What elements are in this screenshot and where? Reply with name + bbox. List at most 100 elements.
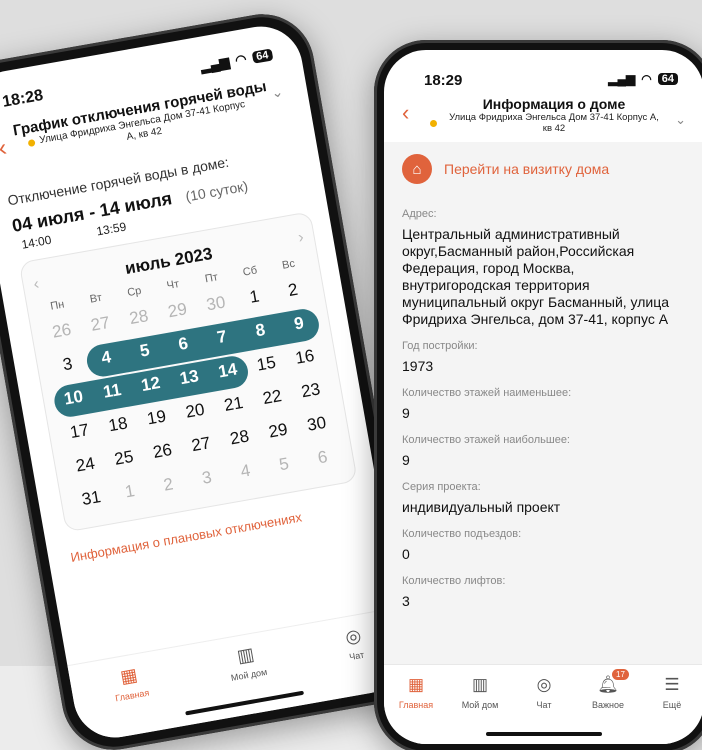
calendar-day[interactable]: 20 bbox=[173, 394, 216, 428]
weekday-label: Чт bbox=[165, 278, 181, 293]
weekday-label: Вт bbox=[88, 291, 103, 306]
signal-icon: ▂▄▆ bbox=[608, 72, 636, 86]
calendar-day[interactable]: 16 bbox=[283, 340, 326, 374]
calendar-day[interactable]: 25 bbox=[102, 441, 145, 475]
info-field: Количество лифтов: 3 bbox=[384, 575, 702, 610]
calendar-day[interactable]: 26 bbox=[40, 314, 83, 348]
weekday-label: Пн bbox=[49, 298, 66, 313]
calendar-day[interactable]: 29 bbox=[256, 414, 299, 448]
calendar: ‹ июль 2023 › Пн Вт Ср Чт Пт Сб Вс 26 27 28 29 30 1… bbox=[18, 211, 358, 533]
field-label: Год постройки: bbox=[402, 340, 478, 352]
chevron-down-icon[interactable]: ⌄ bbox=[675, 112, 686, 128]
tab-label: Главная bbox=[114, 687, 151, 704]
grid-icon: ▦ bbox=[407, 675, 425, 694]
tab-label: Главная bbox=[398, 700, 434, 710]
tab-grid[interactable]: ▦ Главная bbox=[390, 675, 442, 744]
right-phone: 18:29 ▂▄▆ ◠ 64 ‹ Информация о доме Улица… bbox=[374, 40, 702, 750]
calendar-day[interactable]: 21 bbox=[212, 387, 255, 421]
info-field: Количество этажей наименьшее: 9 bbox=[384, 387, 702, 422]
calendar-day[interactable]: 30 bbox=[295, 407, 338, 441]
field-value: Центральный административный округ,Басма… bbox=[402, 226, 670, 327]
calendar-day[interactable]: 5 bbox=[262, 447, 305, 481]
field-label: Количество подъездов: bbox=[402, 528, 522, 540]
info-field: Количество этажей наибольшее: 9 bbox=[384, 434, 702, 469]
tab-grid[interactable]: ▦ Главная bbox=[110, 663, 156, 737]
calendar-day[interactable]: 31 bbox=[70, 481, 113, 515]
calendar-day[interactable]: 27 bbox=[179, 427, 222, 461]
field-value: 9 bbox=[402, 405, 410, 421]
status-icons: ▂▄▆ ◠ 64 bbox=[199, 46, 274, 74]
info-fields: Адрес: Центральный административный округ… bbox=[384, 208, 702, 610]
end-time: 13:59 bbox=[95, 219, 128, 239]
weekday-label: Ср bbox=[126, 284, 143, 300]
calendar-day[interactable]: 28 bbox=[117, 300, 160, 334]
calendar-day[interactable]: 4 bbox=[224, 454, 267, 488]
calendar-day[interactable]: 2 bbox=[271, 273, 314, 307]
calendar-day[interactable]: 1 bbox=[233, 280, 276, 314]
wifi-icon: ◠ bbox=[641, 72, 652, 86]
weekday-label: Вс bbox=[281, 257, 296, 272]
calendar-day[interactable]: 29 bbox=[156, 294, 199, 328]
status-time: 18:28 bbox=[1, 86, 45, 111]
tab-label: Важное bbox=[591, 700, 624, 710]
signal-icon: ▂▄▆ bbox=[199, 54, 231, 74]
calendar-day[interactable]: 3 bbox=[185, 461, 228, 495]
calendar-day[interactable]: 30 bbox=[194, 287, 237, 321]
calendar-day[interactable]: 23 bbox=[289, 374, 332, 408]
visit-card-label: Перейти на визитку дома bbox=[444, 161, 610, 177]
calendar-day[interactable]: 3 bbox=[46, 347, 89, 381]
calendar-day[interactable]: 26 bbox=[141, 434, 184, 468]
calendar-grid: 26 27 28 29 30 1 2 3 4 5 6 7 8 9 10 11 12 13 14 15 16 17 18 19 2… bbox=[40, 273, 344, 516]
calendar-day[interactable]: 19 bbox=[135, 401, 178, 435]
field-label: Адрес: bbox=[402, 208, 437, 220]
calendar-day[interactable]: 28 bbox=[218, 421, 261, 455]
wifi-icon: ◠ bbox=[233, 51, 248, 68]
field-label: Количество этажей наименьшее: bbox=[402, 387, 572, 399]
menu-icon: ☰ bbox=[664, 675, 680, 694]
status-icons: ▂▄▆ ◠ 64 bbox=[608, 72, 678, 86]
calendar-day[interactable]: 24 bbox=[64, 448, 107, 482]
grid-icon: ▦ bbox=[118, 664, 139, 688]
info-field: Год постройки: 1973 bbox=[384, 340, 702, 375]
status-time: 18:29 bbox=[424, 72, 463, 89]
tab-label: Мой дом bbox=[230, 666, 268, 683]
house-info: ⌂ Перейти на визитку дома Адрес: Централь… bbox=[384, 142, 702, 664]
calendar-day[interactable]: 18 bbox=[96, 408, 139, 442]
tab-chat[interactable]: ◎ Чат bbox=[344, 625, 371, 696]
chat-icon: ◎ bbox=[536, 675, 552, 694]
screen-header: Информация о доме Улица Фридриха Энгельс… bbox=[444, 96, 664, 134]
calendar-day[interactable]: 17 bbox=[58, 414, 101, 448]
field-value: 9 bbox=[402, 452, 410, 468]
calendar-day[interactable]: 22 bbox=[251, 380, 294, 414]
field-value: 0 bbox=[402, 546, 410, 562]
calendar-day[interactable]: 15 bbox=[245, 347, 288, 381]
back-button[interactable]: ‹ bbox=[402, 100, 409, 126]
home-icon: ⌂ bbox=[402, 154, 432, 184]
info-field: Количество подъездов: 0 bbox=[384, 528, 702, 563]
page-title: Информация о доме bbox=[482, 96, 626, 112]
prev-month-icon[interactable]: ‹ bbox=[32, 276, 40, 295]
next-month-icon[interactable]: › bbox=[297, 229, 305, 248]
tab-label: Чат bbox=[536, 700, 552, 710]
weekday-label: Пт bbox=[204, 271, 219, 286]
weekday-label: Сб bbox=[241, 264, 259, 279]
field-value: 1973 bbox=[402, 358, 434, 374]
tab-label: Чат bbox=[348, 649, 365, 663]
tab-menu[interactable]: ☰ Ещё bbox=[646, 675, 698, 744]
calendar-day[interactable]: 2 bbox=[147, 468, 190, 502]
start-time: 14:00 bbox=[20, 232, 53, 252]
calendar-day[interactable]: 6 bbox=[301, 441, 344, 475]
notification-badge: 17 bbox=[612, 669, 629, 680]
tab-label: Ещё bbox=[662, 700, 682, 710]
visit-card-link[interactable]: ⌂ Перейти на визитку дома bbox=[384, 142, 702, 196]
battery-icon: 64 bbox=[657, 73, 678, 85]
tab-label: Мой дом bbox=[461, 700, 499, 710]
field-label: Количество этажей наибольшее: bbox=[402, 434, 570, 446]
calendar-day[interactable]: 27 bbox=[79, 307, 122, 341]
calendar-day[interactable]: 1 bbox=[108, 475, 151, 509]
status-dot bbox=[430, 120, 437, 127]
info-field: Серия проекта: индивидуальный проект bbox=[384, 481, 702, 516]
building-icon: ▥ bbox=[235, 643, 256, 667]
info-field: Адрес: Центральный административный округ… bbox=[384, 208, 702, 328]
field-label: Количество лифтов: bbox=[402, 575, 506, 587]
